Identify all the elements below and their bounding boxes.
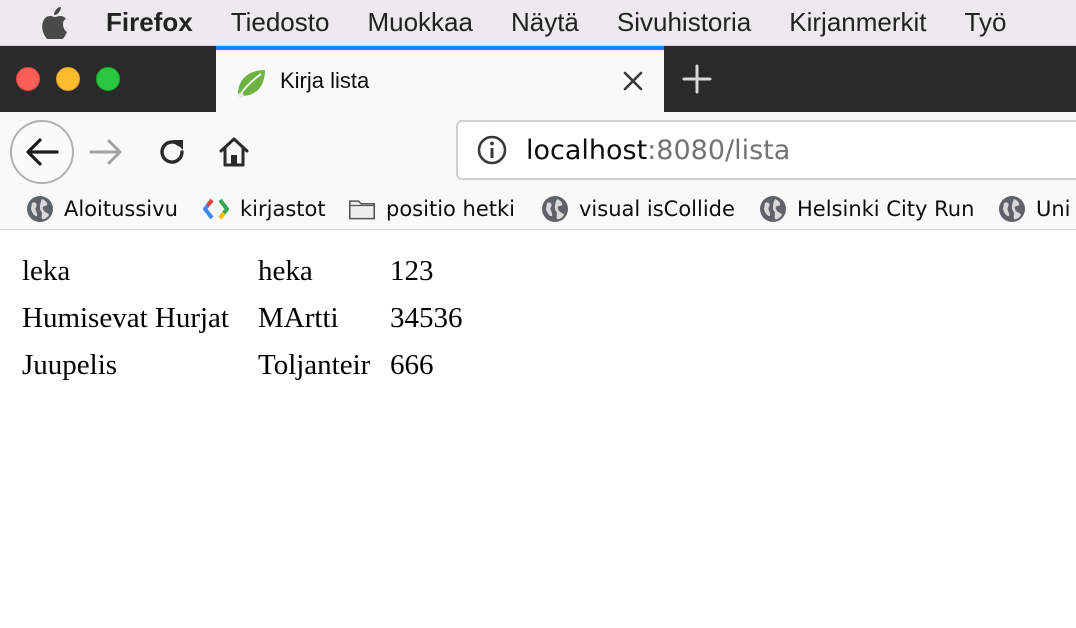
book-title: leka — [22, 255, 71, 287]
book-value: 666 — [390, 349, 434, 381]
table-row: leka heka 123 — [22, 248, 463, 295]
globe-icon — [759, 195, 787, 223]
menu-tiedosto[interactable]: Tiedosto — [231, 7, 330, 38]
reload-button[interactable] — [150, 130, 194, 174]
book-table: leka heka 123 Humisevat Hurjat MArtti 34… — [22, 248, 463, 389]
bookmark-label: Aloitussivu — [64, 197, 178, 221]
google-icon — [202, 195, 230, 223]
home-button[interactable] — [212, 130, 256, 174]
menu-sivuhistoria[interactable]: Sivuhistoria — [617, 7, 751, 38]
bookmark-aloitussivu[interactable]: Aloitussivu — [26, 192, 178, 226]
close-tab-icon[interactable] — [618, 66, 648, 96]
bookmark-label: kirjastot — [240, 197, 326, 221]
menu-nayta[interactable]: Näytä — [511, 7, 579, 38]
table-row: Juupelis Toljanteir 666 — [22, 342, 463, 389]
url-host: localhost — [526, 134, 648, 166]
info-icon[interactable] — [474, 132, 510, 168]
bookmark-label: visual isCollide — [579, 197, 735, 221]
bookmark-uni[interactable]: Uni — [998, 192, 1071, 226]
globe-icon — [998, 195, 1026, 223]
close-window-button[interactable] — [16, 67, 40, 91]
minimize-window-button[interactable] — [56, 67, 80, 91]
bookmark-label: positio hetki — [386, 197, 516, 221]
bookmark-positio-hetki[interactable]: positio hetki — [348, 192, 515, 226]
book-value: 34536 — [390, 302, 463, 334]
bookmark-kirjastot[interactable]: kirjastot — [202, 192, 326, 226]
book-value: 123 — [390, 255, 434, 287]
zoom-window-button[interactable] — [96, 67, 120, 91]
bookmark-helsinki-city-run[interactable]: Helsinki City Run — [759, 192, 974, 226]
spring-leaf-icon — [234, 66, 268, 100]
bookmarks-toolbar: Aloitussivu kirjastot positio hetki visu… — [0, 188, 1076, 230]
table-row: Humisevat Hurjat MArtti 34536 — [22, 295, 463, 342]
menu-tyokalut[interactable]: Työ — [965, 7, 1007, 38]
reload-icon — [160, 140, 184, 164]
tab-kirja-lista[interactable]: Kirja lista — [216, 46, 664, 112]
book-author: heka — [258, 255, 313, 287]
menu-kirjanmerkit[interactable]: Kirjanmerkit — [789, 7, 926, 38]
url-bar[interactable]: localhost:8080/lista — [456, 120, 1076, 180]
menu-muokkaa[interactable]: Muokkaa — [367, 7, 473, 38]
macos-menu-bar: Firefox Tiedosto Muokkaa Näytä Sivuhisto… — [0, 0, 1076, 46]
bookmark-visual-iscollide[interactable]: visual isCollide — [541, 192, 735, 226]
tab-strip: Kirja lista — [0, 46, 1076, 112]
back-arrow-icon — [26, 138, 59, 166]
folder-icon — [348, 195, 376, 223]
globe-icon — [541, 195, 569, 223]
globe-icon — [26, 195, 54, 223]
bookmark-label: Uni — [1036, 197, 1071, 221]
page-content: leka heka 123 Humisevat Hurjat MArtti 34… — [22, 248, 463, 389]
book-title: Juupelis — [22, 349, 118, 381]
forward-button[interactable] — [84, 130, 128, 174]
book-author: Toljanteir — [258, 349, 371, 381]
bookmark-label: Helsinki City Run — [797, 197, 975, 221]
menu-app-firefox[interactable]: Firefox — [106, 7, 193, 38]
back-button[interactable] — [10, 120, 74, 184]
apple-icon[interactable] — [38, 6, 70, 39]
forward-arrow-icon — [89, 139, 122, 165]
new-tab-icon[interactable] — [680, 62, 714, 96]
url-path: :8080/lista — [647, 134, 791, 166]
tab-title: Kirja lista — [280, 68, 370, 93]
book-title: Humisevat Hurjat — [22, 302, 229, 334]
book-author: MArtti — [258, 302, 339, 334]
home-icon — [219, 137, 249, 167]
navigation-toolbar: localhost:8080/lista — [0, 112, 1076, 188]
